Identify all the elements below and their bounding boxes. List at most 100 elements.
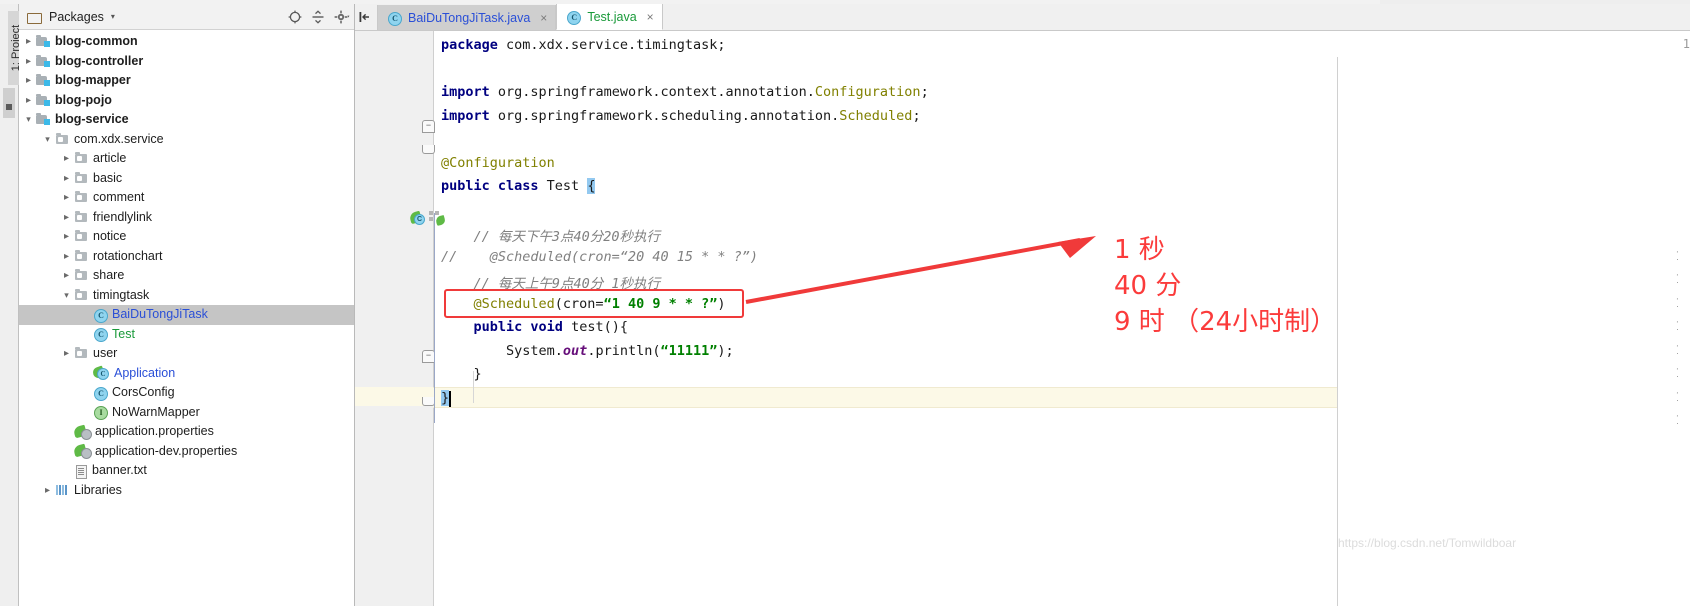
- settings-gear-icon[interactable]: [334, 10, 350, 24]
- structure-tool-button[interactable]: [3, 88, 15, 118]
- fold-marker-imports-end[interactable]: [422, 145, 435, 154]
- package-folder-icon: [74, 210, 89, 224]
- tree-item-baidutongjitask[interactable]: C BaiDuTongJiTask: [19, 305, 354, 325]
- code-line-3[interactable]: import org.springframework.context.annot…: [441, 84, 929, 100]
- code-token: }: [441, 389, 450, 406]
- tree-item-blog-mapper[interactable]: blog-mapper: [19, 71, 354, 91]
- chevron-right-icon[interactable]: [23, 71, 34, 91]
- chevron-right-icon[interactable]: [23, 32, 34, 52]
- tree-item-nowarnmapper[interactable]: I NoWarnMapper: [19, 403, 354, 423]
- tree-item-blog-service[interactable]: blog-service: [19, 110, 354, 130]
- java-class-icon: C: [566, 10, 582, 25]
- code-line-15[interactable]: }: [441, 366, 482, 382]
- code-text[interactable]: package com.xdx.service.timingtask; impor…: [441, 31, 1690, 606]
- chevron-right-icon[interactable]: [42, 481, 53, 501]
- tree-item-notice[interactable]: notice: [19, 227, 354, 247]
- tree-item-libraries[interactable]: Libraries: [19, 481, 354, 501]
- code-line-1[interactable]: package com.xdx.service.timingtask;: [441, 37, 725, 53]
- tree-item-label: blog-pojo: [55, 92, 112, 107]
- tree-item-label: CorsConfig: [112, 385, 175, 399]
- code-token: com.xdx.service.timingtask;: [506, 37, 726, 53]
- chevron-down-icon[interactable]: [42, 130, 53, 150]
- chevron-right-icon[interactable]: [61, 188, 72, 208]
- tree-item-com-xdx-service[interactable]: com.xdx.service: [19, 130, 354, 150]
- tree-item-blog-common[interactable]: blog-common: [19, 32, 354, 52]
- tree-item-article[interactable]: article: [19, 149, 354, 169]
- code-line-16[interactable]: }: [441, 389, 450, 406]
- annotation-line-2: 40 分: [1114, 271, 1182, 301]
- tree-item-test[interactable]: C Test: [19, 325, 354, 345]
- editor-gutter[interactable]: [355, 31, 433, 606]
- tree-item-user[interactable]: user: [19, 344, 354, 364]
- tab-label: Test.java: [587, 9, 637, 24]
- tree-item-application[interactable]: C Application: [19, 364, 354, 384]
- code-line-9[interactable]: // 每天下午3点40分20秒执行: [441, 225, 661, 245]
- spring-properties-icon: [72, 424, 92, 440]
- tree-item-rotationchart[interactable]: rotationchart: [19, 247, 354, 267]
- code-token: package: [441, 37, 507, 53]
- tree-item-banner-txt[interactable]: banner.txt: [19, 461, 354, 481]
- code-token: import: [441, 107, 498, 124]
- chevron-right-icon[interactable]: [61, 169, 72, 189]
- package-folder-icon: [74, 230, 89, 243]
- tree-item-timingtask[interactable]: timingtask: [19, 286, 354, 306]
- idea-window: 1: Project Packages ▾ ▸ blog-common ▸ bl…: [0, 0, 1690, 606]
- tree-item-comment[interactable]: comment: [19, 188, 354, 208]
- code-line-6[interactable]: @Configuration: [441, 155, 555, 171]
- chevron-down-icon[interactable]: [23, 110, 34, 130]
- tree-item-basic[interactable]: basic: [19, 169, 354, 189]
- close-icon[interactable]: ×: [540, 11, 547, 25]
- code-token: );: [717, 342, 734, 359]
- tree-item-label: blog-mapper: [55, 73, 131, 87]
- editor-tab-baidutongjitask-java[interactable]: C BaiDuTongJiTask.java ×: [377, 5, 557, 30]
- spring-bean-icon[interactable]: C: [408, 210, 425, 225]
- code-line-14[interactable]: System.out.println(“11111”);: [441, 343, 734, 359]
- editor-body[interactable]: 1234567891011121314151617 C − −: [355, 31, 1690, 606]
- code-line-12[interactable]: @Scheduled(cron=“1 40 9 * * ?”): [441, 296, 726, 312]
- chevron-right-icon[interactable]: [61, 247, 72, 267]
- java-class-icon: C: [387, 11, 402, 26]
- tree-item-label: application.properties: [95, 424, 214, 438]
- locate-icon[interactable]: [288, 10, 302, 24]
- chevron-right-icon[interactable]: [23, 52, 34, 72]
- editor-tab-test-java[interactable]: C Test.java ×: [556, 4, 663, 30]
- chevron-right-icon[interactable]: [61, 266, 72, 286]
- chevron-right-icon[interactable]: [61, 344, 72, 364]
- editor-tabbar[interactable]: C BaiDuTongJiTask.java × C Test.java ×: [355, 4, 1690, 31]
- error-stripe[interactable]: [1678, 57, 1690, 606]
- tree-item-share[interactable]: share: [19, 266, 354, 286]
- packages-view-icon: [27, 11, 42, 24]
- project-view-selector[interactable]: Packages: [49, 10, 104, 24]
- project-tree[interactable]: blog-common blog-controller blog-mapper blo…: [19, 30, 354, 500]
- code-line-10[interactable]: // @Scheduled(cron=“20 40 15 * * ?”): [441, 249, 758, 265]
- code-token: Test: [546, 178, 588, 194]
- tree-item-application-dev-properties[interactable]: application-dev.properties: [19, 442, 354, 462]
- tree-item-blog-pojo[interactable]: blog-pojo: [19, 91, 354, 111]
- close-icon[interactable]: ×: [647, 10, 654, 24]
- code-line-7[interactable]: public class Test {: [441, 178, 596, 194]
- tree-item-friendlylink[interactable]: friendlylink: [19, 208, 354, 228]
- fold-marker-imports[interactable]: −: [422, 120, 435, 133]
- collapse-all-icon[interactable]: [311, 9, 325, 24]
- chevron-down-icon[interactable]: [61, 286, 72, 306]
- code-line-11[interactable]: // 每天上午9点40分 1秒执行: [441, 272, 661, 292]
- tree-item-blog-controller[interactable]: blog-controller: [19, 52, 354, 72]
- tab-list-icon[interactable]: [355, 4, 377, 30]
- code-token: ;: [920, 84, 929, 100]
- chevron-down-icon[interactable]: ▾: [111, 12, 115, 21]
- tree-item-label: blog-controller: [55, 53, 144, 68]
- code-token: Scheduled: [839, 107, 913, 124]
- code-line-13[interactable]: public void test(){: [441, 319, 628, 335]
- tree-item-corsconfig[interactable]: C CorsConfig: [19, 383, 354, 403]
- chevron-right-icon[interactable]: [61, 227, 72, 247]
- tree-item-application-properties[interactable]: application.properties: [19, 422, 354, 442]
- left-tool-strip[interactable]: 1: Project: [0, 4, 24, 606]
- module-icon: [36, 74, 51, 87]
- code-token: // @Scheduled(cron=“20 40 15 * * ?”): [441, 248, 758, 265]
- chevron-right-icon[interactable]: [23, 91, 34, 111]
- tab-label: BaiDuTongJiTask.java: [408, 10, 531, 25]
- chevron-right-icon[interactable]: [61, 208, 72, 228]
- chevron-right-icon[interactable]: [61, 149, 72, 169]
- code-line-4[interactable]: import org.springframework.scheduling.an…: [441, 108, 921, 124]
